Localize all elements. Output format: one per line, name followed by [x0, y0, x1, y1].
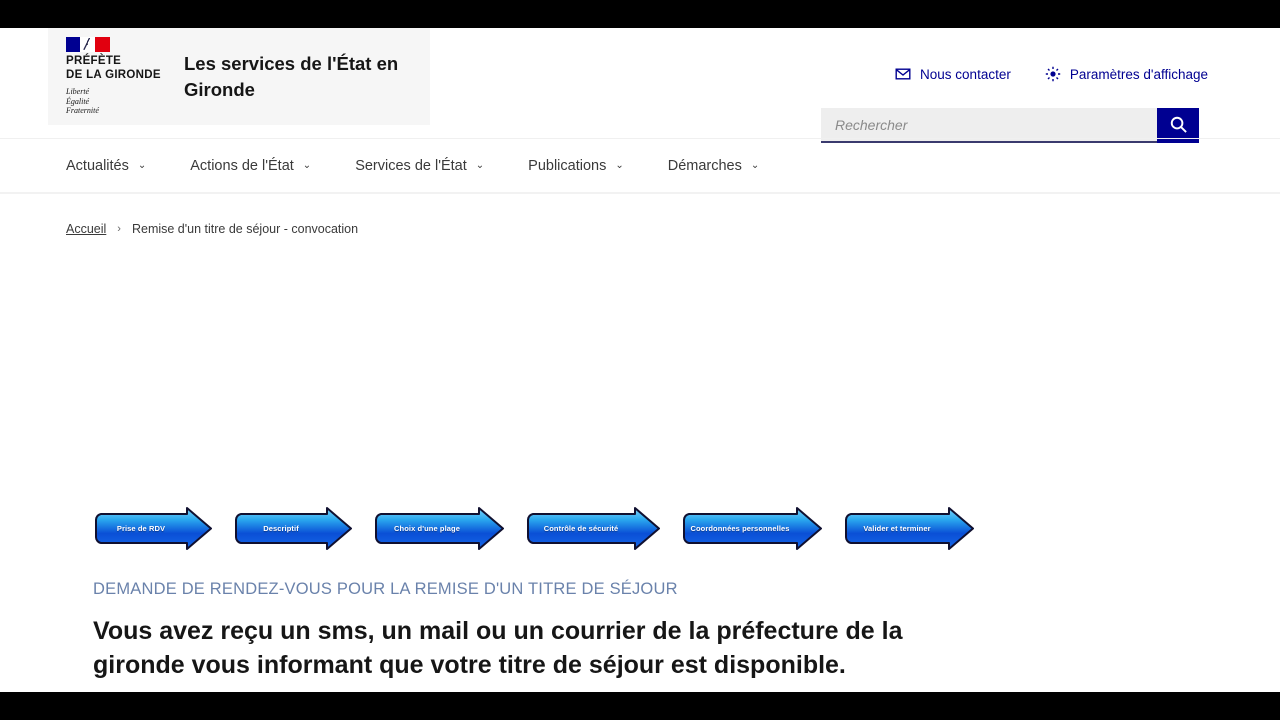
arrow-shape-icon	[95, 507, 212, 550]
process-step-3[interactable]: Choix d'une plage	[375, 507, 505, 550]
arrow-shape-icon	[375, 507, 504, 550]
republic-motto: Liberté Égalité Fraternité	[66, 87, 162, 116]
page-viewport: PRÉFÈTE DE LA GIRONDE Liberté Égalité Fr…	[0, 28, 1280, 692]
process-step-4[interactable]: Contrôle de sécurité	[527, 507, 661, 550]
display-settings-icon	[1045, 66, 1061, 82]
marianne-logo: PRÉFÈTE DE LA GIRONDE Liberté Égalité Fr…	[66, 37, 162, 116]
letterbox-bottom-bar	[0, 692, 1280, 720]
breadcrumb: Accueil › Remise d'un titre de séjour - …	[0, 194, 1280, 236]
nav-item-actions-de-letat[interactable]: Actions de l'État ⌄	[190, 158, 311, 174]
search-icon	[1169, 115, 1188, 137]
mail-icon	[895, 66, 911, 82]
page-eyebrow-heading: DEMANDE DE RENDEZ-VOUS POUR LA REMISE D'…	[93, 580, 678, 598]
prefecture-line-2: DE LA GIRONDE	[66, 68, 161, 81]
breadcrumb-home-link[interactable]: Accueil	[66, 222, 106, 236]
nav-item-demarches[interactable]: Démarches ⌄	[668, 158, 760, 174]
arrow-shape-icon	[683, 507, 822, 550]
process-step-1[interactable]: Prise de RDV	[95, 507, 213, 550]
nav-label: Actualités	[66, 157, 129, 174]
contact-link-label: Nous contacter	[920, 66, 1011, 82]
site-header: PRÉFÈTE DE LA GIRONDE Liberté Égalité Fr…	[0, 28, 1280, 143]
site-title: Les services de l'État en Gironde	[184, 52, 399, 100]
chevron-down-icon: ⌄	[302, 159, 312, 171]
header-links: Nous contacter Paramètres d'affichage	[895, 66, 1208, 82]
process-step-5[interactable]: Coordonnées personnelles	[683, 507, 823, 550]
arrow-shape-icon	[235, 507, 352, 550]
breadcrumb-separator-icon: ›	[117, 223, 121, 235]
breadcrumb-current-page: Remise d'un titre de séjour - convocatio…	[131, 222, 359, 236]
prefecture-line-1: PRÉFÈTE	[66, 55, 122, 68]
chevron-down-icon: ⌄	[475, 159, 485, 171]
motto-liberte: Liberté	[66, 87, 90, 97]
brand-block[interactable]: PRÉFÈTE DE LA GIRONDE Liberté Égalité Fr…	[48, 28, 430, 125]
process-step-2[interactable]: Descriptif	[235, 507, 353, 550]
contact-link[interactable]: Nous contacter	[895, 66, 1011, 82]
main-navigation: Actualités ⌄ Actions de l'État ⌄ Service…	[0, 138, 1280, 194]
arrow-shape-icon	[527, 507, 660, 550]
motto-fraternite: Fraternité	[66, 106, 99, 116]
motto-egalite: Égalité	[66, 96, 90, 106]
nav-label: Démarches	[667, 157, 742, 174]
arrow-shape-icon	[845, 507, 974, 550]
french-flag-icon	[66, 37, 110, 53]
process-steps: Prise de RDV Descriptif Choix d'une plage C…	[95, 507, 975, 550]
letterbox-top-bar	[0, 0, 1280, 28]
nav-item-actualites[interactable]: Actualités ⌄	[66, 158, 146, 174]
nav-label: Services de l'État	[355, 157, 467, 174]
nav-item-services-de-letat[interactable]: Services de l'État ⌄	[355, 158, 484, 174]
display-settings-link[interactable]: Paramètres d'affichage	[1045, 66, 1208, 82]
nav-label: Publications	[528, 157, 607, 174]
chevron-down-icon: ⌄	[137, 159, 147, 171]
page-title: Vous avez reçu un sms, un mail ou un cou…	[93, 617, 903, 679]
process-step-6[interactable]: Valider et terminer	[845, 507, 975, 550]
nav-item-publications[interactable]: Publications ⌄	[528, 158, 624, 174]
display-settings-label: Paramètres d'affichage	[1069, 66, 1208, 82]
nav-label: Actions de l'État	[190, 157, 294, 174]
chevron-down-icon: ⌄	[615, 159, 624, 171]
chevron-down-icon: ⌄	[750, 159, 760, 171]
